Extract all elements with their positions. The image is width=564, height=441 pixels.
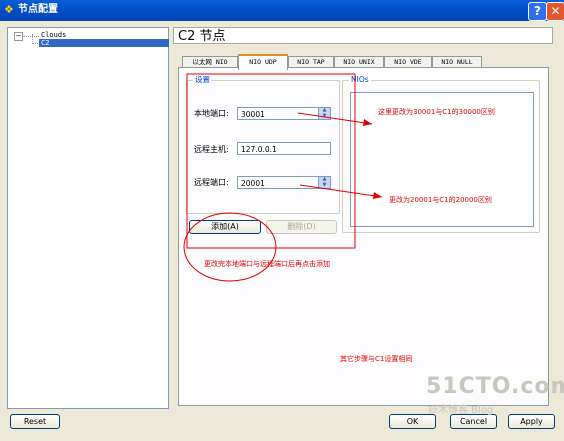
local-port-label: 本地端口: [194,109,229,118]
reset-button[interactable]: Reset [10,414,60,429]
cancel-button[interactable]: Cancel [450,414,497,429]
remote-port-value: 20001 [241,179,265,188]
remote-port-label: 远程端口: [194,178,229,187]
tree-connector [23,36,39,37]
tree-connector [32,43,38,44]
annotation-text: 其它步骤与C1设置相同 [340,355,413,363]
node-tree[interactable]: − Clouds C2 [7,27,169,409]
tree-item-clouds[interactable]: Clouds [41,31,66,39]
spin-arrows-icon[interactable]: ▲ ▼ [318,107,330,119]
delete-button: 删除(D) [266,220,337,234]
remote-host-label: 远程主机: [194,145,229,154]
remote-port-spinbox[interactable]: 20001 ▲ ▼ [237,176,331,189]
remote-host-input[interactable]: 127.0.0.1 [237,142,331,155]
local-port-spinbox[interactable]: 30001 ▲ ▼ [237,107,331,120]
annotation-text: 更改为20001与C1的20000区别 [389,196,492,204]
app-icon: ❖ [4,3,14,16]
window-title: 节点配置 [18,4,58,15]
settings-group-label: 设置 [193,75,212,85]
help-button[interactable]: ? [528,2,547,21]
title-bar: ❖ 节点配置 ? ✕ [0,0,564,21]
add-button[interactable]: 添加(A) [189,220,261,234]
local-port-value: 30001 [241,110,265,119]
spin-arrows-icon[interactable]: ▲ ▼ [318,176,330,188]
watermark-logo: 51CTO.com [426,374,564,399]
nios-group-label: NIOs [349,75,371,85]
remote-host-value: 127.0.0.1 [241,145,277,154]
apply-button[interactable]: Apply [508,414,555,429]
annotation-text: 更改完本地端口与远程端口后再点击添加 [204,260,330,268]
tab-nio-udp[interactable]: NIO UDP [238,54,288,70]
ok-button[interactable]: OK [389,414,436,429]
watermark-subtitle: 技术博客 Blog [428,405,494,416]
close-button[interactable]: ✕ [546,2,564,21]
node-title: C2 节点 [173,27,553,44]
tree-item-c2[interactable]: C2 [39,39,169,47]
tree-collapse-toggle[interactable]: − [14,32,23,41]
annotation-text: 这里更改为30001与C1的30000区别 [378,108,495,116]
